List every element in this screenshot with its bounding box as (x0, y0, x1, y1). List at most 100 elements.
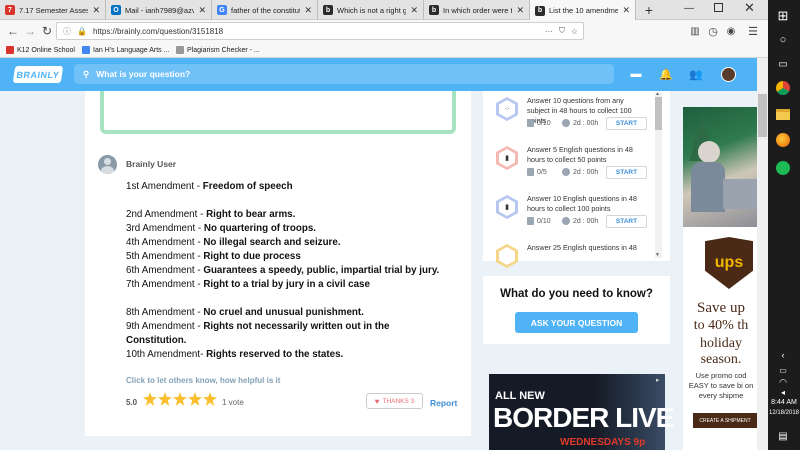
address-field[interactable]: ⓘ 🔒 https://brainly.com/question/3151818… (56, 22, 584, 40)
challenge-glyph (499, 247, 515, 265)
ad-choices-icon[interactable]: ▸ (656, 376, 660, 384)
amendment-text: Guarantees a speedy, public, impartial t… (203, 265, 440, 276)
user-avatar[interactable] (98, 155, 117, 174)
bookmark-3[interactable]: Plagiarism Checker - ... (176, 44, 260, 56)
friends-icon[interactable]: 👥 (689, 67, 703, 81)
amendment-text: Right to bear arms. (206, 209, 296, 220)
challenge-progress: 0/10 (527, 119, 551, 127)
page-scroll-thumb[interactable] (758, 94, 767, 137)
amendment-line: 4th Amendment - No illegal search and se… (126, 236, 341, 250)
challenges-scroll-thumb[interactable] (655, 97, 662, 130)
helpful-prompt: Click to let others know, how helpful is… (126, 376, 281, 385)
ad-line-3: WEDNESDAYS 9p (560, 437, 646, 448)
report-link[interactable]: Report (430, 398, 457, 408)
tab-1[interactable]: 7 7.17 Semester Assessme✕ (0, 0, 106, 20)
amendment-line: 3rd Amendment - No quartering of troops. (126, 222, 316, 236)
amendment-line: 1st Amendment - Freedom of speech (126, 180, 293, 194)
amendment-text: Rights reserved to the states. (206, 349, 344, 360)
bookmark-1[interactable]: K12 Online School (6, 44, 75, 56)
info-icon[interactable]: ⓘ (63, 26, 71, 37)
ad-photo (683, 107, 757, 227)
tab-5[interactable]: b In which order were th ✕ (424, 0, 530, 20)
brainly-icon: b (323, 5, 333, 15)
k12-icon: 7 (5, 5, 15, 15)
bookmark-2[interactable]: Ian H's Language Arts ... (82, 44, 169, 56)
heart-icon: ♥ (374, 396, 380, 406)
challenge-time: 2d : 00h (562, 168, 598, 176)
start-icon[interactable]: ⊞ (772, 6, 794, 26)
tab-close-icon[interactable]: ✕ (304, 5, 312, 16)
search-icon: ⚲ (83, 68, 90, 79)
firefox-icon[interactable] (772, 130, 794, 150)
amendment-number: 7th Amendment - (126, 279, 204, 290)
tab-2[interactable]: O Mail - ianh7989@azvaa✕ (106, 0, 212, 20)
action-center-icon[interactable]: ▤ (772, 426, 794, 446)
maximize-button[interactable] (714, 3, 723, 12)
progress-label: 0/10 (537, 217, 551, 225)
time-label: 2d : 00h (573, 168, 599, 176)
tab-title: 7.17 Semester Assessme (19, 5, 89, 15)
brainly-logo[interactable]: BRAINLY (12, 66, 64, 83)
challenge-time: 2d : 00h (562, 217, 598, 225)
amendment-number: 10th Amendment- (126, 349, 207, 360)
tab-4[interactable]: b Which is not a right gu ✕ (318, 0, 424, 20)
avatar[interactable] (721, 67, 736, 82)
tab-close-icon[interactable]: ✕ (516, 5, 524, 16)
amendment-text: No illegal search and seizure. (203, 237, 341, 248)
tab-close-icon[interactable]: ✕ (622, 5, 630, 16)
close-window-button[interactable]: ✕ (744, 0, 755, 16)
progress-icon (527, 168, 534, 176)
menu-icon[interactable]: ☰ (744, 22, 762, 40)
tab-close-icon[interactable]: ✕ (198, 5, 206, 16)
ask-question-button[interactable]: ASK YOUR QUESTION (515, 312, 638, 333)
search-taskbar-icon[interactable]: ○ (772, 30, 794, 50)
history-icon[interactable]: ◷ (704, 22, 722, 40)
search-input[interactable]: ⚲ What is your question? (74, 64, 614, 84)
rating-value: 5.0 (126, 398, 138, 407)
chrome-icon[interactable] (772, 78, 794, 98)
scroll-up-icon[interactable]: ▲ (655, 91, 660, 97)
tab-6[interactable]: b List the 10 amendme ✕ (530, 0, 636, 21)
clock-icon (562, 168, 570, 176)
notifications-icon[interactable]: 🔔 (659, 67, 673, 81)
start-button[interactable]: START (606, 166, 647, 179)
reload-button[interactable]: ↻ (38, 22, 56, 40)
star-icon[interactable]: ☆ (571, 27, 583, 36)
pocket-icon[interactable]: ⛉ (559, 26, 565, 36)
create-shipment-button[interactable]: CREATE A SHIPMENT (693, 413, 757, 428)
tab-3[interactable]: Gfather of the constitutio ✕ (212, 0, 318, 20)
library-icon[interactable]: ▥ (686, 22, 704, 40)
scroll-down-icon[interactable]: ▼ (655, 252, 660, 258)
forward-button[interactable]: → (21, 22, 39, 40)
challenge-glyph: ▮ (499, 198, 515, 216)
tab-close-icon[interactable]: ✕ (92, 5, 100, 16)
back-button[interactable]: ← (4, 22, 22, 40)
start-button[interactable]: START (606, 117, 647, 130)
new-tab-button[interactable]: + (641, 2, 657, 18)
challenge-glyph: ⁘ (499, 100, 515, 118)
challenge-text: Answer 10 English questions in 48 hours … (527, 194, 637, 213)
file-explorer-icon[interactable] (772, 104, 794, 124)
start-button[interactable]: START (606, 215, 647, 228)
taskbar-clock[interactable]: 8:44 AM 12/18/2018 (768, 398, 800, 418)
user-name[interactable]: Brainly User (126, 159, 176, 169)
task-view-icon[interactable]: ▭ (772, 54, 794, 74)
spotify-icon[interactable] (772, 158, 794, 178)
amendment-text: Rights not necessarily written out in th… (203, 321, 390, 332)
tab-close-icon[interactable]: ✕ (410, 5, 418, 16)
amendment-number: 5th Amendment - (126, 251, 204, 262)
time-label: 2d : 00h (573, 119, 599, 127)
more-icon[interactable]: ··· (545, 27, 553, 36)
bookmark-label: Ian H's Language Arts ... (93, 46, 170, 54)
amendment-number: 1st Amendment - (126, 181, 203, 192)
lock-icon: 🔒 (77, 26, 87, 36)
messages-icon[interactable]: ▬ (629, 67, 643, 81)
thanks-label: THANKS 3 (382, 397, 415, 405)
account-icon[interactable]: ◉ (722, 22, 740, 40)
previous-answer-box (100, 91, 456, 134)
amendment-number: 2nd Amendment - (126, 209, 207, 220)
ad-line-2: BORDER LIVE (493, 402, 674, 433)
ups-headline-line: season. (700, 352, 742, 367)
thanks-button[interactable]: ♥ THANKS 3 (366, 393, 423, 409)
minimize-button[interactable]: — (684, 3, 694, 14)
